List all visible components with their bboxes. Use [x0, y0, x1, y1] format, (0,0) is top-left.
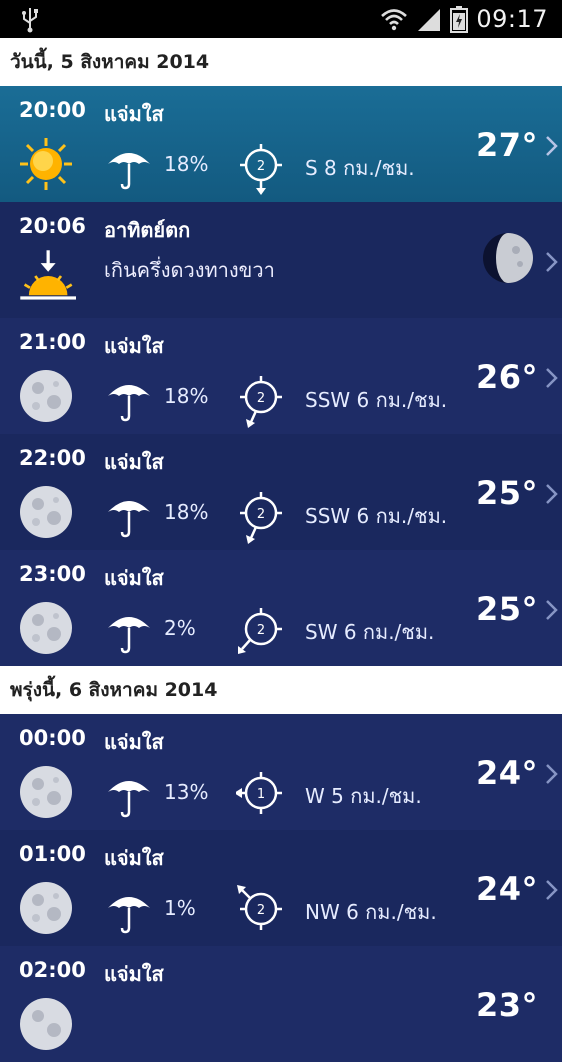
- temperature: 24°: [475, 870, 538, 908]
- moon-icon: [20, 766, 72, 818]
- sunset-icon: [20, 250, 76, 300]
- umbrella-icon: [108, 501, 150, 538]
- row-condition: แจ่มใส: [104, 102, 164, 126]
- wind-force: 1: [257, 787, 265, 802]
- chevron-right-icon: [546, 764, 558, 784]
- wind-force: 2: [257, 507, 265, 522]
- temperature: 25°: [475, 590, 538, 628]
- battery-icon: [450, 6, 469, 33]
- section-header-today: วันนี้, 5 สิงหาคม 2014: [0, 38, 562, 86]
- wind-info: NW 6 กม./ชม.: [305, 900, 437, 924]
- status-bar: 09:17: [0, 0, 562, 38]
- wind-compass-icon: 2: [238, 608, 282, 654]
- moon-phase-icon: [483, 233, 533, 283]
- chevron-right-icon: [546, 600, 558, 620]
- moon-phase-text: เกินครึ่งดวงทางขวา: [104, 258, 275, 282]
- forecast-row[interactable]: 21:00 แจ่มใส 18% 2 SSW 6 กม./ชม. 26°: [0, 318, 562, 434]
- forecast-row[interactable]: 23:00 แจ่มใส 2% 2 SW 6 กม./ชม. 25°: [0, 550, 562, 666]
- moon-icon: [20, 882, 72, 934]
- forecast-row[interactable]: 22:00 แจ่มใส 18% 2 SSW 6 กม./ชม. 25°: [0, 434, 562, 550]
- moon-icon: [20, 370, 72, 422]
- moon-icon: [20, 486, 72, 538]
- row-time: 23:00: [19, 562, 86, 586]
- wind-force: 2: [257, 391, 265, 406]
- forecast-row[interactable]: 00:00 แจ่มใส 13% 1 W 5 กม./ชม. 24°: [0, 714, 562, 830]
- row-time: 20:00: [19, 98, 86, 122]
- wind-compass-icon: 1: [236, 772, 282, 814]
- umbrella-icon: [108, 897, 150, 934]
- temperature: 24°: [475, 754, 538, 792]
- precip-chance: 18%: [164, 384, 209, 408]
- precip-chance: 13%: [164, 780, 209, 804]
- wind-info: SSW 6 กม./ชม.: [305, 388, 448, 412]
- row-condition: แจ่มใส: [104, 334, 164, 358]
- chevron-right-icon: [546, 880, 558, 900]
- umbrella-icon: [108, 617, 150, 654]
- row-condition: แจ่มใส: [104, 846, 164, 870]
- temperature: 25°: [475, 474, 538, 512]
- moon-icon: [20, 602, 72, 654]
- precip-chance: 2%: [164, 616, 196, 640]
- umbrella-icon: [108, 153, 150, 190]
- temperature: 23°: [475, 986, 538, 1024]
- signal-icon: [418, 9, 441, 31]
- precip-chance: 1%: [164, 896, 196, 920]
- chevron-right-icon: [546, 368, 558, 388]
- precip-chance: 18%: [164, 152, 209, 176]
- wind-force: 2: [257, 159, 265, 174]
- forecast-row[interactable]: 02:00 แจ่มใส 23°: [0, 946, 562, 1062]
- wind-force: 2: [257, 903, 265, 918]
- chevron-right-icon: [546, 484, 558, 504]
- wind-force: 2: [257, 623, 265, 638]
- umbrella-icon: [108, 385, 150, 422]
- wind-info: S 8 กม./ชม.: [305, 156, 415, 180]
- row-condition: แจ่มใส: [104, 450, 164, 474]
- chevron-right-icon: [546, 136, 558, 156]
- row-time: 00:00: [19, 726, 86, 750]
- forecast-row[interactable]: 20:00 แจ่มใส 18% 2 S 8 กม./ชม. 27°: [0, 86, 562, 202]
- wind-compass-icon: 2: [237, 885, 282, 930]
- row-time: 01:00: [19, 842, 86, 866]
- usb-icon: [22, 8, 38, 33]
- wind-compass-icon: 2: [240, 144, 282, 195]
- sun-icon: [20, 138, 72, 190]
- umbrella-icon: [108, 781, 150, 818]
- row-time: 21:00: [19, 330, 86, 354]
- row-time: 02:00: [19, 958, 86, 982]
- precip-chance: 18%: [164, 500, 209, 524]
- section-header-tomorrow: พรุ่งนี้, 6 สิงหาคม 2014: [0, 666, 562, 714]
- wind-info: SW 6 กม./ชม.: [305, 620, 435, 644]
- wind-compass-icon: 2: [240, 376, 282, 428]
- forecast-row[interactable]: 20:06 อาทิตย์ตก เกินครึ่งดวงทางขวา: [0, 202, 562, 318]
- row-condition: อาทิตย์ตก: [104, 218, 191, 242]
- wind-info: W 5 กม./ชม.: [305, 784, 422, 808]
- row-condition: แจ่มใส: [104, 962, 164, 986]
- row-condition: แจ่มใส: [104, 566, 164, 590]
- status-time: 09:17: [476, 5, 548, 33]
- row-condition: แจ่มใส: [104, 730, 164, 754]
- row-time: 20:06: [19, 214, 86, 238]
- wind-info: SSW 6 กม./ชม.: [305, 504, 448, 528]
- forecast-row[interactable]: 01:00 แจ่มใส 1% 2 NW 6 กม./ชม. 24°: [0, 830, 562, 946]
- chevron-right-icon: [546, 252, 558, 272]
- temperature: 26°: [475, 358, 538, 396]
- row-time: 22:00: [19, 446, 86, 470]
- wifi-icon: [381, 9, 408, 31]
- wind-compass-icon: 2: [240, 492, 282, 544]
- temperature: 27°: [475, 126, 538, 164]
- moon-icon: [20, 998, 72, 1050]
